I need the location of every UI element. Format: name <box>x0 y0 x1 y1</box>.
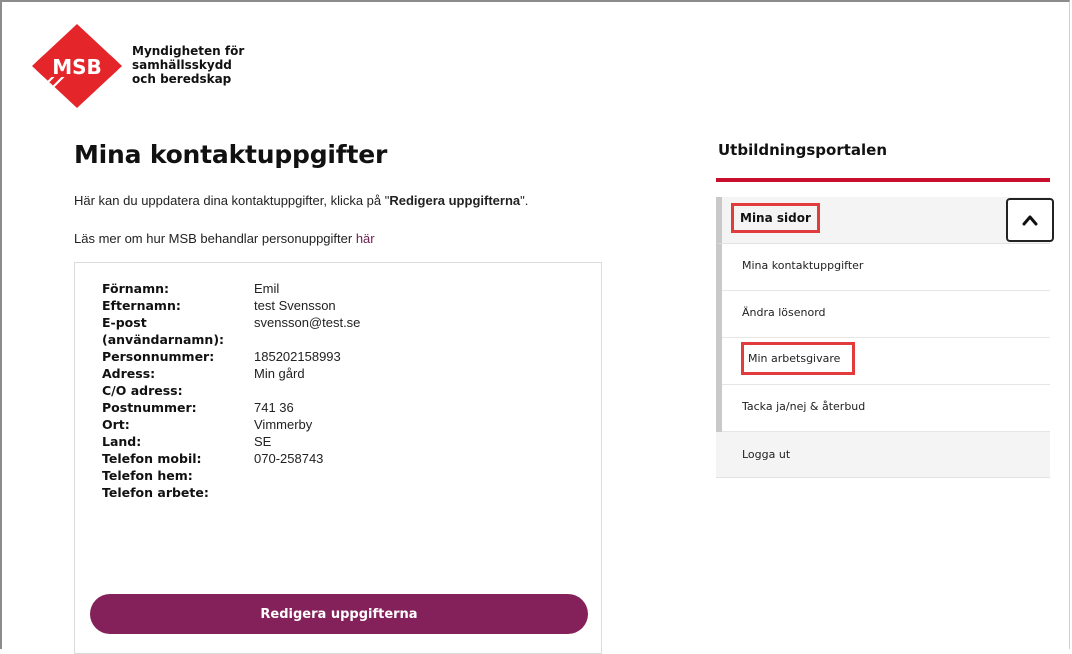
sidebar-title: Utbildningsportalen <box>718 141 887 159</box>
field-label: Ort: <box>102 417 130 432</box>
sidebar-section-header[interactable]: Mina sidor <box>716 197 1054 244</box>
contact-row: Telefon hem: <box>102 467 360 484</box>
page-title: Mina kontaktuppgifter <box>74 140 388 169</box>
field-value: Vimmerby <box>254 417 313 432</box>
logo-line-2: samhällsskydd <box>132 58 232 72</box>
field-value: 185202158993 <box>254 349 341 364</box>
field-label: Efternamn: <box>102 298 181 313</box>
sidebar-item-contact-details[interactable]: Mina kontaktuppgifter <box>722 244 1050 291</box>
field-label: Telefon mobil: <box>102 451 202 466</box>
sidebar-item-rsvp[interactable]: Tacka ja/nej & återbud <box>722 385 1050 432</box>
collapse-toggle-button[interactable] <box>1006 198 1054 242</box>
field-label: E-post <box>102 315 147 330</box>
privacy-link[interactable]: här <box>356 231 375 246</box>
sidebar-accent-line <box>716 178 1050 182</box>
field-label: Telefon hem: <box>102 468 193 483</box>
contact-row: Telefon mobil: 070-258743 <box>102 450 360 467</box>
field-value: 741 36 <box>254 400 294 415</box>
contact-row: Postnummer: 741 36 <box>102 399 360 416</box>
sidebar-menu: Mina sidor Mina kontaktuppgifter Ändra l… <box>716 197 1054 478</box>
edit-details-button[interactable]: Redigera uppgifterna <box>90 594 588 634</box>
chevron-up-icon <box>1022 215 1038 226</box>
contact-row: Ort: Vimmerby <box>102 416 360 433</box>
contact-row: Telefon arbete: <box>102 484 360 501</box>
field-label: Postnummer: <box>102 400 197 415</box>
contact-details-list: Förnamn: Emil Efternamn: test Svensson E-p… <box>102 280 360 501</box>
intro-prefix: Här kan du uppdatera dina kontaktuppgift… <box>74 193 390 208</box>
field-label: C/O adress: <box>102 383 183 398</box>
msb-logo[interactable]: MSB <box>32 24 122 108</box>
field-label: Förnamn: <box>102 281 170 296</box>
field-label: Adress: <box>102 366 156 381</box>
field-value: SE <box>254 434 272 449</box>
field-label: Personnummer: <box>102 349 215 364</box>
msb-logo-icon: MSB <box>32 24 122 108</box>
sidebar-item-label[interactable]: Ändra lösenord <box>742 306 826 319</box>
logout-label[interactable]: Logga ut <box>742 448 790 461</box>
contact-row: C/O adress: <box>102 382 360 399</box>
intro-bold: Redigera uppgifterna <box>389 193 521 208</box>
field-label: Telefon arbete: <box>102 485 209 500</box>
logo-line-1: Myndigheten för <box>132 44 245 58</box>
field-value: Min gård <box>254 366 305 381</box>
contact-row: E-post svensson@test.se <box>102 314 360 331</box>
intro-suffix: ". <box>520 193 529 208</box>
contact-row: Land: SE <box>102 433 360 450</box>
sidebar-item-label[interactable]: Mina kontaktuppgifter <box>742 259 863 272</box>
sidebar-item-employer[interactable]: Min arbetsgivare <box>722 338 1050 385</box>
sidebar-item-label[interactable]: Tacka ja/nej & återbud <box>742 400 865 413</box>
sidebar-item-change-password[interactable]: Ändra lösenord <box>722 291 1050 338</box>
privacy-prefix: Läs mer om hur MSB behandlar personuppgi… <box>74 231 356 246</box>
contact-row: Personnummer: 185202158993 <box>102 348 360 365</box>
field-label: (användarnamn): <box>102 332 225 347</box>
field-value: Emil <box>254 281 280 296</box>
field-value: svensson@test.se <box>254 315 361 330</box>
contact-row: Adress: Min gård <box>102 365 360 382</box>
contact-row: (användarnamn): <box>102 331 360 348</box>
logo-agency-name: Myndigheten för samhällsskydd och bereds… <box>132 44 244 86</box>
sidebar-submenu: Mina kontaktuppgifter Ändra lösenord Min… <box>716 244 1050 432</box>
field-label: Land: <box>102 434 142 449</box>
field-value: 070-258743 <box>254 451 324 466</box>
sidebar-section-label[interactable]: Mina sidor <box>731 203 820 233</box>
contact-row: Förnamn: Emil <box>102 280 360 297</box>
contact-row: Efternamn: test Svensson <box>102 297 360 314</box>
privacy-text: Läs mer om hur MSB behandlar personuppgi… <box>74 231 375 246</box>
sidebar-item-label[interactable]: Min arbetsgivare <box>740 342 856 375</box>
logo-badge-text: MSB <box>52 55 102 79</box>
intro-text: Här kan du uppdatera dina kontaktuppgift… <box>74 193 528 208</box>
sidebar-item-logout[interactable]: Logga ut <box>716 432 1050 478</box>
field-value: test Svensson <box>254 298 336 313</box>
logo-line-3: och beredskap <box>132 72 232 86</box>
